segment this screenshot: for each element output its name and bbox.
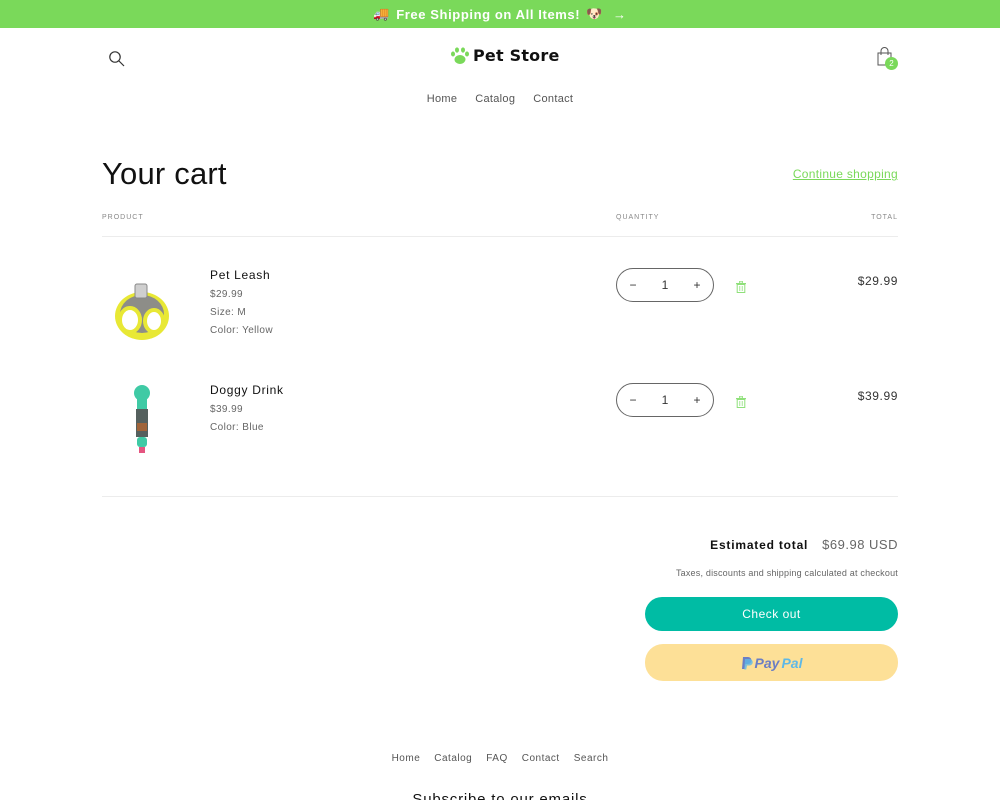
line-total: $39.99 — [857, 389, 898, 403]
paypal-logo-icon — [741, 656, 753, 669]
page-title: Your cart — [102, 156, 227, 191]
item-name[interactable]: Doggy Drink — [210, 383, 284, 397]
line-total: $29.99 — [857, 274, 898, 288]
item-option-size: Size: M — [210, 307, 247, 318]
truck-icon: 🚚 — [373, 6, 391, 21]
paw-icon — [451, 46, 469, 64]
tax-note: Taxes, discounts and shipping calculated… — [675, 568, 898, 578]
quantity-input[interactable]: 1 — [659, 393, 671, 407]
estimated-total-row: Estimated total $69.98 USD — [676, 537, 898, 552]
footer-nav-faq[interactable]: FAQ — [486, 753, 508, 764]
footer-nav-home[interactable]: Home — [392, 753, 421, 764]
paypal-text-pay: Pay — [754, 654, 780, 671]
dog-icon: 🐶 — [586, 6, 603, 21]
item-price: $39.99 — [210, 404, 243, 415]
column-header-total: TOTAL — [871, 214, 898, 221]
main-nav: Home Catalog Contact — [0, 93, 1000, 105]
quantity-stepper: − 1 + — [616, 268, 714, 302]
nav-home[interactable]: Home — [427, 93, 458, 105]
cart-button[interactable]: 2 — [876, 47, 900, 71]
increase-quantity-button[interactable]: + — [691, 278, 703, 292]
nav-contact[interactable]: Contact — [533, 93, 573, 105]
item-option-color: Color: Yellow — [210, 325, 274, 336]
item-info: Doggy Drink $39.99 Color: Blue — [210, 383, 284, 440]
item-option-color: Color: Blue — [210, 422, 264, 433]
checkout-button[interactable]: Check out — [645, 597, 898, 631]
arrow-right-icon: → — [613, 6, 627, 22]
footer-nav-search[interactable]: Search — [574, 753, 609, 764]
paypal-button[interactable]: Pay Pal — [645, 644, 898, 681]
site-header: Pet Store 2 Home Catalog Contact — [0, 28, 1000, 118]
cart-item: Pet Leash $29.99 Size: M Color: Yellow −… — [102, 268, 898, 368]
items-divider — [102, 496, 898, 497]
search-icon — [109, 51, 125, 67]
logo-text: Pet Store — [473, 46, 560, 65]
footer-nav-catalog[interactable]: Catalog — [434, 753, 472, 764]
product-image-doggy-drink[interactable] — [102, 383, 182, 463]
nav-catalog[interactable]: Catalog — [475, 93, 515, 105]
subscribe-heading: Subscribe to our emails — [412, 791, 588, 800]
increase-quantity-button[interactable]: + — [691, 393, 703, 407]
item-price: $29.99 — [210, 289, 243, 300]
item-name[interactable]: Pet Leash — [210, 268, 273, 282]
quantity-stepper: − 1 + — [616, 383, 714, 417]
cart-item: Doggy Drink $39.99 Color: Blue − 1 + $39… — [102, 383, 898, 483]
store-logo[interactable]: Pet Store — [450, 46, 560, 65]
announcement-text: Free Shipping on All Items! — [396, 6, 581, 22]
footer-nav: Home Catalog FAQ Contact Search — [0, 753, 1000, 764]
cart-summary: Estimated total $69.98 USD Taxes, discou… — [676, 537, 898, 578]
item-info: Pet Leash $29.99 Size: M Color: Yellow — [210, 268, 273, 343]
search-button[interactable] — [108, 50, 128, 70]
remove-item-button[interactable] — [736, 395, 746, 408]
announcement-bar[interactable]: 🚚 Free Shipping on All Items! 🐶 → — [0, 0, 1000, 28]
continue-shopping-link[interactable]: Continue shopping — [793, 167, 898, 181]
paypal-text-pal: Pal — [781, 654, 803, 671]
column-header-quantity: QUANTITY — [616, 214, 660, 221]
trash-icon — [736, 395, 746, 408]
footer-nav-contact[interactable]: Contact — [522, 753, 560, 764]
quantity-input[interactable]: 1 — [659, 278, 671, 292]
cart-title-row: Your cart Continue shopping — [102, 156, 898, 192]
decrease-quantity-button[interactable]: − — [627, 278, 639, 292]
remove-item-button[interactable] — [736, 280, 746, 293]
column-header-product: PRODUCT — [102, 214, 144, 221]
header-divider — [102, 236, 898, 237]
estimated-total-label: Estimated total — [710, 538, 809, 552]
product-image-pet-leash[interactable] — [102, 268, 182, 348]
trash-icon — [736, 280, 746, 293]
decrease-quantity-button[interactable]: − — [627, 393, 639, 407]
cart-count-badge: 2 — [885, 57, 898, 70]
estimated-total-value: $69.98 USD — [822, 537, 898, 552]
